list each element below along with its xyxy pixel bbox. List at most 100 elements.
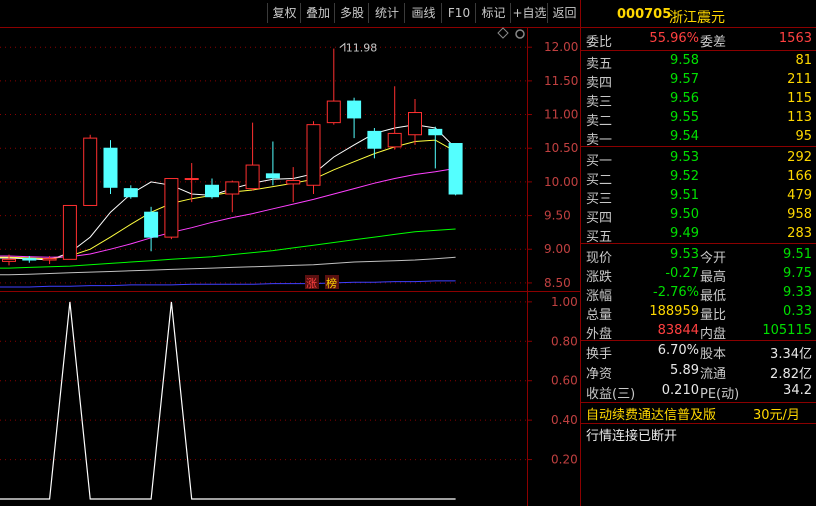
y-tick-label: 8.50	[544, 276, 571, 290]
stat-row-value: 188959	[649, 304, 699, 319]
fund-row-value2: 34.2	[783, 383, 812, 398]
fund-row-value: 5.89	[670, 363, 699, 378]
toolbar-button-8[interactable]: 返回	[547, 3, 581, 23]
candle-body	[22, 258, 37, 261]
fund-row-value: 0.210	[661, 383, 699, 398]
fund-row-value2: 2.82亿	[770, 367, 812, 382]
fund-row: 净资 5.89 流通 2.82亿	[581, 361, 816, 382]
divider	[581, 146, 816, 147]
candle-body	[62, 204, 77, 260]
candle-body	[265, 173, 280, 179]
stat-row: 涨幅 -2.76% 最低 9.33	[581, 283, 816, 304]
buy-row: 买五 9.49 283	[581, 224, 816, 245]
stat-row: 涨跌 -0.27 最高 9.75	[581, 264, 816, 285]
quote-panel: 000705 浙江震元 委比 55.96% 委差 1563 卖五 9.58 81 卖四…	[580, 0, 816, 506]
y-tick-label: 10.00	[544, 175, 578, 189]
candle-body	[326, 100, 341, 124]
kline-chart: 12.00 11.50 11.00 10.50 10.00 9.50 9.00 8.50 11.…	[0, 27, 580, 506]
buy-row-value2: 292	[787, 150, 812, 165]
buy-row: 买二 9.52 166	[581, 167, 816, 188]
buy-row: 买一 9.53 292	[581, 148, 816, 169]
buy-row-value: 9.52	[670, 169, 699, 184]
buy-row-value2: 958	[787, 207, 812, 222]
sell-row-value2: 113	[787, 110, 812, 125]
fund-row-label2: 流通	[700, 367, 727, 382]
fund-row-label2: PE(动)	[700, 387, 740, 402]
sell-row-value2: 95	[795, 129, 812, 144]
candle-body	[83, 137, 98, 206]
toolbar-button-7[interactable]: +自选	[510, 3, 548, 23]
promo-price[interactable]: 30元/月	[753, 404, 800, 423]
weicha-value: 1563	[778, 31, 812, 46]
sell-row-value2: 211	[787, 72, 812, 87]
sell-row: 卖一 9.54 95	[581, 127, 816, 148]
stat-row-value: -0.27	[665, 266, 699, 281]
stat-row-value: -2.76%	[653, 285, 699, 300]
y-tick-label: 10.50	[544, 141, 578, 155]
weibi-label: 委比	[586, 35, 613, 50]
buy-row-value2: 166	[787, 169, 812, 184]
candle-body	[387, 132, 402, 148]
y-tick-label: 11.00	[544, 108, 578, 122]
buy-row-value: 9.51	[670, 188, 699, 203]
y-tick-label: 1.00	[551, 295, 578, 309]
fund-row-label2: 股本	[700, 347, 727, 362]
buy-row: 买三 9.51 479	[581, 186, 816, 207]
candle-body	[245, 164, 260, 190]
stat-row: 外盘 83844 内盘 105115	[581, 321, 816, 342]
y-tick-label: 0.60	[551, 374, 578, 388]
buy-row-value: 9.50	[670, 207, 699, 222]
y-tick-label: 9.50	[544, 209, 571, 223]
buy-row-value2: 479	[787, 188, 812, 203]
y-tick-label: 0.40	[551, 413, 578, 427]
sell-row-value: 9.55	[670, 110, 699, 125]
toolbar-button-1[interactable]: 叠加	[300, 3, 335, 23]
stat-row-value2: 0.33	[783, 304, 812, 319]
stat-row-value2: 9.51	[783, 247, 812, 262]
fund-row-label: 收益(三)	[586, 387, 636, 402]
candle-body	[144, 211, 159, 238]
chart-toolbar: 复权 叠加 多股 统计 画线 F10 标记 +自选 返回	[0, 0, 580, 27]
chart-background	[0, 27, 580, 506]
toolbar-button-6[interactable]: 标记	[475, 3, 511, 23]
stock-header: 000705 浙江震元	[581, 5, 816, 26]
candle-body	[184, 178, 199, 181]
candle-body	[428, 128, 443, 136]
weicha-label: 委差	[700, 35, 727, 50]
candle-body	[103, 147, 118, 188]
candle-body	[2, 258, 16, 262]
toolbar-button-2[interactable]: 多股	[334, 3, 369, 23]
y-tick-label: 11.50	[544, 74, 578, 88]
sell-row-value2: 115	[787, 91, 812, 106]
stat-row-value: 83844	[657, 323, 699, 338]
candle-body	[225, 181, 240, 195]
divider	[581, 27, 816, 28]
sell-row: 卖五 9.58 81	[581, 51, 816, 72]
high-price-label: 11.98	[346, 42, 378, 55]
y-tick-label: 0.80	[551, 334, 578, 348]
buy-row-value: 9.53	[670, 150, 699, 165]
stat-row: 现价 9.53 今开 9.51	[581, 245, 816, 266]
stat-row: 总量 188959 量比 0.33	[581, 302, 816, 323]
toolbar-button-5[interactable]: F10	[441, 3, 476, 23]
toolbar-button-4[interactable]: 画线	[404, 3, 442, 23]
promo-text[interactable]: 自动续费通达信普及版	[586, 404, 716, 423]
y-tick-label: 12.00	[544, 40, 578, 54]
y-tick-label: 9.00	[544, 242, 571, 256]
fund-row: 换手 6.70% 股本 3.34亿	[581, 341, 816, 362]
candle-body	[205, 184, 219, 198]
weibi-row: 委比 55.96% 委差 1563	[581, 29, 816, 50]
sell-row: 卖二 9.55 113	[581, 108, 816, 129]
sell-row: 卖三 9.56 115	[581, 89, 816, 110]
status-row: 行情连接已断开	[581, 423, 816, 444]
sell-row-value: 9.58	[670, 53, 699, 68]
sell-row-value: 9.54	[670, 129, 699, 144]
connection-status: 行情连接已断开	[586, 429, 678, 444]
promo-row[interactable]: 自动续费通达信普及版 30元/月	[581, 402, 816, 423]
candle-body	[347, 100, 362, 119]
buy-row-value: 9.49	[670, 226, 699, 241]
fund-row-value2: 3.34亿	[770, 347, 812, 362]
sell-row-value: 9.56	[670, 91, 699, 106]
toolbar-button-3[interactable]: 统计	[368, 3, 405, 23]
toolbar-button-0[interactable]: 复权	[267, 3, 301, 23]
